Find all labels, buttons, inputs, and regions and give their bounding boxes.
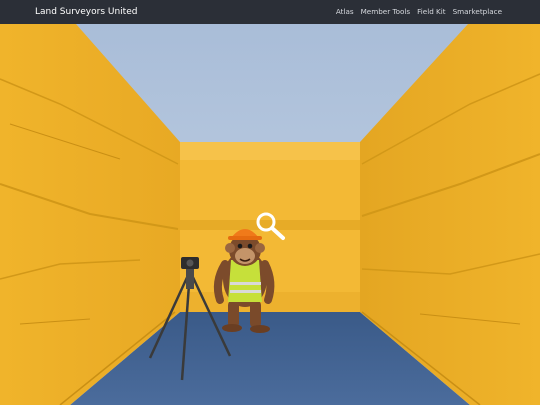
nav-link-member-tools[interactable]: Member Tools: [361, 0, 411, 24]
nav-link-field-kit[interactable]: Field Kit: [417, 0, 445, 24]
brand-link[interactable]: Land Surveyors United: [35, 0, 137, 24]
hero-image: [0, 24, 540, 405]
hero-scene: [0, 24, 540, 405]
nav-link-smarketplace[interactable]: Smarketplace: [453, 0, 502, 24]
nav-links: Atlas Member Tools Field Kit Smarketplac…: [336, 0, 502, 24]
nav-link-atlas[interactable]: Atlas: [336, 0, 354, 24]
top-navbar: Land Surveyors United Atlas Member Tools…: [0, 0, 540, 24]
